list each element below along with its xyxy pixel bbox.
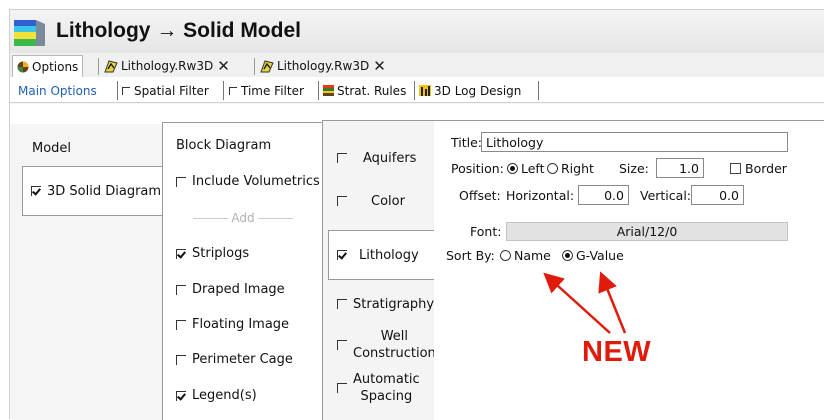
arrow-to-sort-name bbox=[543, 272, 611, 334]
arrow-to-sort-gvalue bbox=[598, 271, 627, 334]
new-feature-arrows bbox=[543, 271, 627, 334]
new-annotation-label: NEW bbox=[582, 336, 652, 368]
